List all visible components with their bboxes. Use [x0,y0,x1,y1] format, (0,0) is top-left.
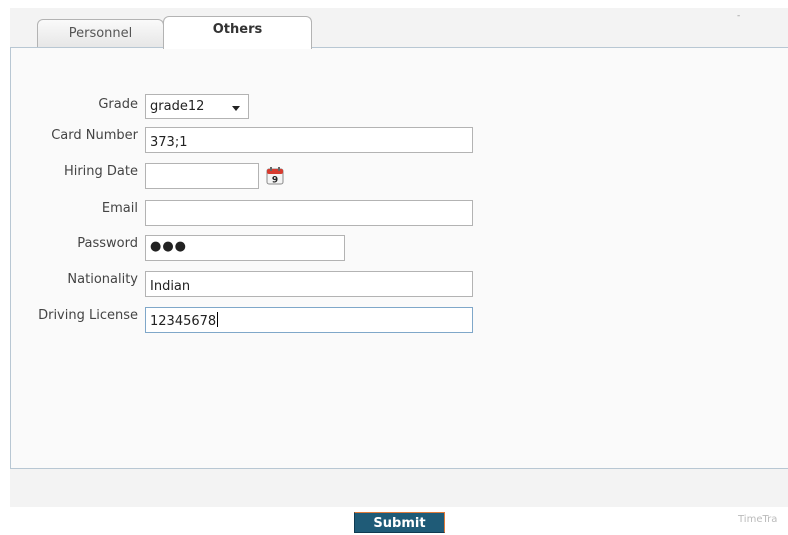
nationality-label: Nationality [67,272,138,287]
email-input[interactable] [145,200,473,226]
password-masked-value: ●●● [150,239,188,254]
hiring-date-input[interactable] [145,163,259,189]
brand-text: TimeTra [738,514,778,525]
text-cursor [217,312,219,327]
tab-others[interactable]: Others [163,16,312,49]
nationality-input[interactable] [145,271,473,297]
grade-select-value: grade12 [150,99,205,114]
header-dash: - [737,11,741,21]
card-number-label: Card Number [51,128,138,143]
footer-band [10,469,788,507]
driving-license-input[interactable]: 12345678 [145,307,473,333]
tab-personnel[interactable]: Personnel [37,19,164,48]
password-input[interactable]: ●●● [145,235,345,261]
driving-license-label: Driving License [38,308,138,323]
calendar-icon[interactable]: 9 [265,166,285,186]
driving-license-value: 12345678 [150,314,217,329]
chevron-down-icon [232,106,240,111]
card-number-input[interactable] [145,127,473,153]
grade-label: Grade [98,97,138,112]
calendar-icon-day: 9 [272,176,278,186]
submit-button[interactable]: Submit [354,512,445,533]
grade-select[interactable]: grade12 [145,94,249,119]
email-label: Email [101,201,138,216]
password-label: Password [77,236,138,251]
hiring-date-label: Hiring Date [63,164,138,179]
